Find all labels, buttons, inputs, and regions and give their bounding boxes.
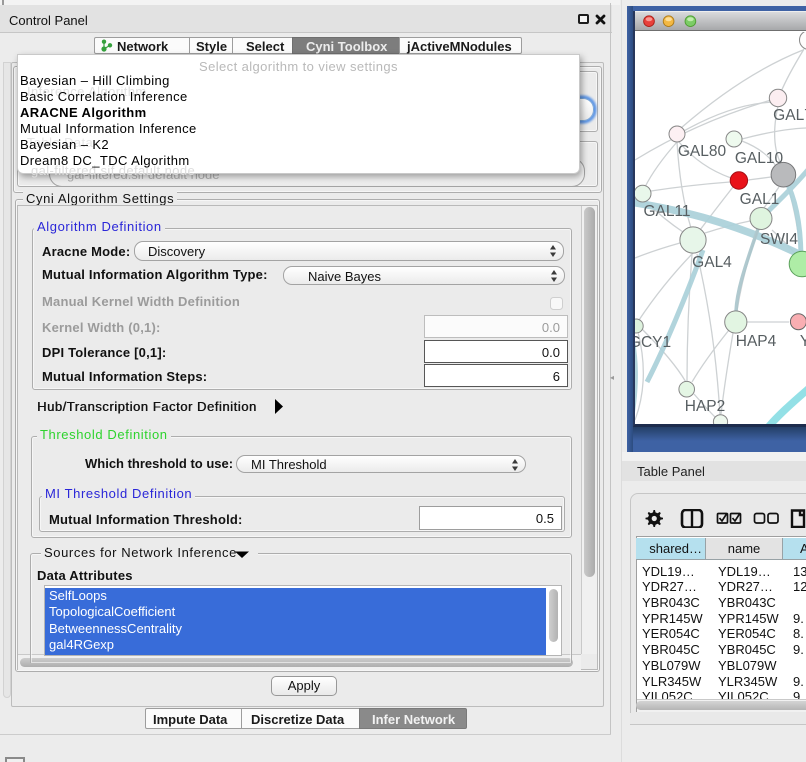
svg-text:GAL10: GAL10	[735, 150, 784, 167]
svg-text:GAL7: GAL7	[773, 107, 806, 124]
svg-text:HAP4: HAP4	[736, 333, 777, 350]
svg-text:GCY1: GCY1	[635, 334, 671, 351]
svg-text:Y: Y	[800, 333, 806, 350]
svg-text:SWI4: SWI4	[760, 231, 798, 248]
svg-text:GAL11: GAL11	[643, 203, 690, 220]
svg-text:GAL80: GAL80	[678, 143, 727, 160]
svg-text:GAL1: GAL1	[740, 191, 780, 208]
svg-text:HAP2: HAP2	[685, 398, 726, 415]
svg-text:GAL4: GAL4	[692, 254, 732, 271]
